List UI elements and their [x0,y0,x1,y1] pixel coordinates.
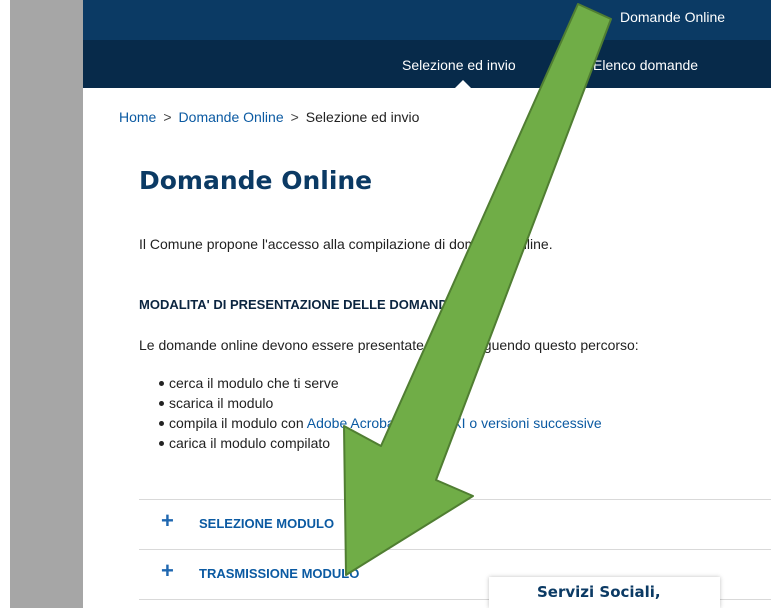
intro-text: Il Comune propone l'accesso alla compila… [139,236,553,252]
list-item: carica il modulo compilato [159,434,602,454]
left-margin [0,0,10,608]
breadcrumb-current: Selezione ed invio [305,109,420,125]
popup-text: Servizi Sociali, [537,583,661,601]
services-popup[interactable]: Servizi Sociali, [489,577,720,608]
top-header-bar: Domande Online [83,0,771,40]
accordion-label[interactable]: TRASMISSIONE MODULO [199,566,359,581]
tab-selezione-ed-invio[interactable]: Selezione ed invio [402,57,516,73]
step-text: scarica il modulo [169,395,274,411]
breadcrumb: Home > Domande Online > Selezione ed invio [119,109,419,125]
step-text: compila il modulo con [169,415,307,431]
instructions-text: Le domande online devono essere presenta… [139,337,639,353]
adobe-reader-link[interactable]: Adobe Acrobat Reader XI o versioni succe… [307,415,602,431]
active-tab-indicator [455,80,471,88]
accordion-selezione-modulo[interactable]: + SELEZIONE MODULO [139,500,771,548]
breadcrumb-separator: > [290,109,299,125]
list-item: compila il modulo con Adobe Acrobat Read… [159,414,602,434]
nav-bar: Selezione ed invio Elenco domande [83,40,771,88]
steps-list: cerca il modulo che ti serve scarica il … [159,374,602,454]
section-subheading: MODALITA' DI PRESENTAZIONE DELLE DOMANDE [139,297,457,312]
list-item: scarica il modulo [159,394,602,414]
list-item: cerca il modulo che ti serve [159,374,602,394]
header-title[interactable]: Domande Online [620,9,725,25]
green-arrow-icon [343,3,612,576]
plus-icon[interactable]: + [161,560,174,582]
tab-elenco-domande[interactable]: Elenco domande [593,57,698,73]
breadcrumb-separator: > [163,109,172,125]
accordion-label[interactable]: SELEZIONE MODULO [199,516,334,531]
step-text: carica il modulo compilato [169,435,331,451]
page-title: Domande Online [139,166,373,195]
breadcrumb-section-link[interactable]: Domande Online [179,109,284,125]
step-text: cerca il modulo che ti serve [169,375,339,391]
breadcrumb-home-link[interactable]: Home [119,109,156,125]
plus-icon[interactable]: + [161,510,174,532]
left-sidebar [0,0,83,608]
